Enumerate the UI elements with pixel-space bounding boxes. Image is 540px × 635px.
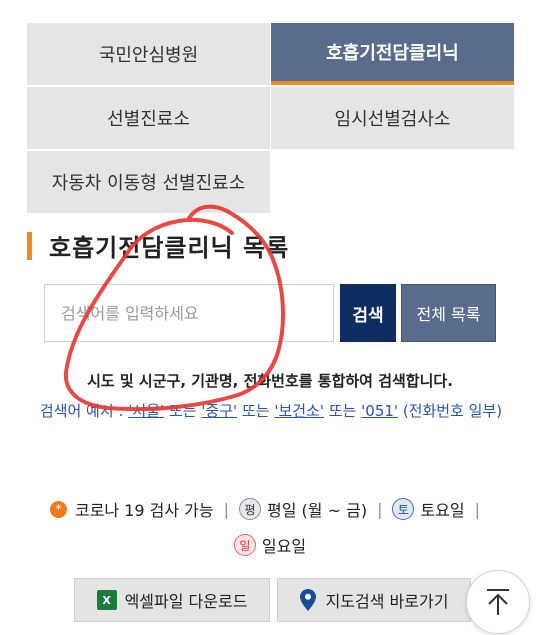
search-button[interactable]: 검색: [340, 284, 396, 342]
asterisk-icon: *: [49, 500, 67, 518]
search-guide: 시도 및 시군구, 기관명, 전화번호를 통합하여 검색합니다.: [87, 372, 453, 390]
saturday-icon: 토: [392, 498, 415, 520]
tab-temporary-screening-center[interactable]: 임시선별검사소: [271, 87, 514, 149]
title-accent-bar: [27, 231, 32, 260]
example-keyword-health-center[interactable]: '보건소': [274, 402, 324, 420]
tab-national-safe-hospital[interactable]: 국민안심병원: [27, 23, 270, 85]
search-form: 검색 전체 목록: [44, 284, 496, 342]
example-or: 또는: [168, 402, 197, 420]
page-title: 호흡기전담클리닉 목록: [49, 234, 290, 262]
legend-sunday: 일 일요일: [233, 533, 307, 557]
legend-separator: |: [223, 499, 230, 519]
arrow-up-icon: [487, 589, 509, 615]
map-search-label: 지도검색 바로가기: [325, 592, 449, 611]
all-list-button[interactable]: 전체 목록: [401, 284, 496, 342]
weekday-icon: 평: [239, 498, 262, 520]
example-suffix: (전화번호 일부): [402, 402, 503, 420]
legend-separator: |: [474, 499, 481, 519]
page: 국민안심병원 호흡기전담클리닉 선별진료소 임시선별검사소 자동차 이동형 선별…: [0, 0, 540, 635]
example-or: 또는: [241, 402, 270, 420]
legend-second-row: 일 일요일: [0, 533, 540, 557]
legend-label: 코로나 19 검사 가능: [74, 501, 214, 520]
map-search-button[interactable]: 지도검색 바로가기: [277, 578, 471, 622]
scroll-top-button[interactable]: [466, 570, 530, 634]
legend-label: 평일 (월 ~ 금): [267, 501, 368, 520]
search-example: 검색어 예시 : '서울' 또는 '중구' 또는 '보건소' 또는 '051' …: [16, 398, 526, 425]
example-keyword-051[interactable]: '051': [361, 402, 398, 420]
example-prefix: 검색어 예시 :: [39, 402, 124, 420]
legend: * 코로나 19 검사 가능 | 평 평일 (월 ~ 금) | 토 토요일 |: [0, 497, 540, 521]
legend-separator: |: [377, 499, 383, 519]
excel-download-button[interactable]: X 엑셀파일 다운로드: [74, 578, 270, 622]
legend-saturday: 토 토요일: [392, 497, 465, 521]
legend-covid-test: * 코로나 19 검사 가능: [49, 497, 214, 521]
excel-download-label: 엑셀파일 다운로드: [124, 592, 248, 611]
tab-drive-through-screening[interactable]: 자동차 이동형 선별진료소: [27, 151, 270, 213]
example-or: 또는: [328, 402, 357, 420]
section-header: 호흡기전담클리닉 목록: [27, 228, 289, 263]
category-tabs: 국민안심병원 호흡기전담클리닉 선별진료소 임시선별검사소 자동차 이동형 선별…: [27, 23, 514, 213]
sunday-icon: 일: [233, 534, 256, 556]
search-input[interactable]: [44, 284, 334, 342]
excel-icon: X: [96, 590, 117, 610]
legend-label: 일요일: [261, 537, 307, 556]
example-keyword-junggu[interactable]: '중구': [201, 402, 237, 420]
tab-screening-clinic[interactable]: 선별진료소: [27, 87, 270, 149]
example-keyword-seoul[interactable]: '서울': [128, 402, 164, 420]
legend-weekday: 평 평일 (월 ~ 금): [239, 497, 367, 521]
map-pin-icon: [299, 589, 316, 611]
tab-respiratory-clinic[interactable]: 호흡기전담클리닉: [271, 23, 514, 85]
legend-label: 토요일: [420, 501, 465, 520]
